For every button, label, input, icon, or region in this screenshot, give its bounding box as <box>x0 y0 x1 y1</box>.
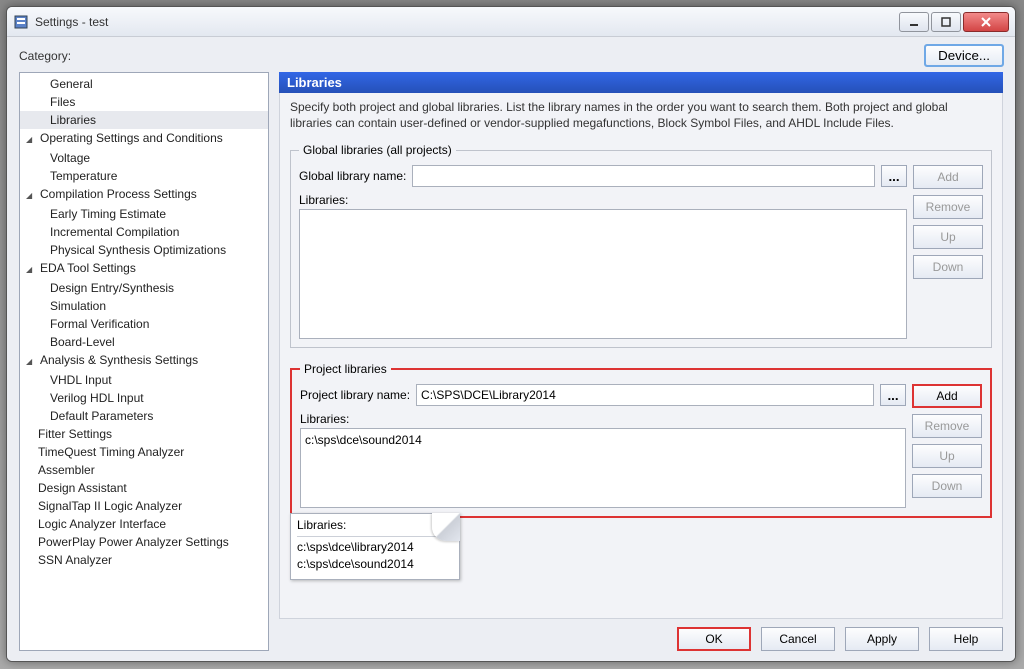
libraries-preview-popup: Libraries: c:\sps\dce\library2014c:\sps\… <box>290 513 460 580</box>
global-add-button[interactable]: Add <box>913 165 983 189</box>
tree-item[interactable]: SignalTap II Logic Analyzer <box>20 497 268 515</box>
tree-item[interactable]: Temperature <box>20 167 268 185</box>
global-libraries-listbox[interactable] <box>299 209 907 339</box>
project-up-button[interactable]: Up <box>912 444 982 468</box>
tree-item[interactable]: VHDL Input <box>20 371 268 389</box>
minimize-button[interactable] <box>899 12 929 32</box>
tree-item[interactable]: Default Parameters <box>20 407 268 425</box>
cancel-button[interactable]: Cancel <box>761 627 835 651</box>
maximize-button[interactable] <box>931 12 961 32</box>
global-libraries-group: Global libraries (all projects) Global l… <box>290 143 992 348</box>
tree-item[interactable]: Compilation Process Settings <box>20 185 268 205</box>
tree-item[interactable]: Incremental Compilation <box>20 223 268 241</box>
project-browse-button[interactable]: ... <box>880 384 906 406</box>
help-button[interactable]: Help <box>929 627 1003 651</box>
tree-item[interactable]: Early Timing Estimate <box>20 205 268 223</box>
tree-item[interactable]: PowerPlay Power Analyzer Settings <box>20 533 268 551</box>
tree-item[interactable]: SSN Analyzer <box>20 551 268 569</box>
global-name-label: Global library name: <box>299 169 406 183</box>
settings-window: Settings - test Category: Device... Gene… <box>6 6 1016 662</box>
device-button[interactable]: Device... <box>925 45 1003 66</box>
project-remove-button[interactable]: Remove <box>912 414 982 438</box>
global-down-button[interactable]: Down <box>913 255 983 279</box>
tree-item[interactable]: EDA Tool Settings <box>20 259 268 279</box>
global-browse-button[interactable]: ... <box>881 165 907 187</box>
tree-item[interactable]: Design Assistant <box>20 479 268 497</box>
tree-item[interactable]: Files <box>20 93 268 111</box>
project-libraries-group: Project libraries Project library name: … <box>290 362 992 518</box>
global-legend: Global libraries (all projects) <box>299 143 456 157</box>
peel-title: Libraries: <box>297 517 453 537</box>
tree-item[interactable]: Operating Settings and Conditions <box>20 129 268 149</box>
tree-item[interactable]: Formal Verification <box>20 315 268 333</box>
global-library-name-input[interactable] <box>412 165 875 187</box>
apply-button[interactable]: Apply <box>845 627 919 651</box>
tree-item[interactable]: TimeQuest Timing Analyzer <box>20 443 268 461</box>
tree-item[interactable]: Analysis & Synthesis Settings <box>20 351 268 371</box>
project-name-label: Project library name: <box>300 388 410 402</box>
project-list-label: Libraries: <box>300 412 906 426</box>
tree-item[interactable]: Fitter Settings <box>20 425 268 443</box>
project-library-name-input[interactable] <box>416 384 874 406</box>
titlebar: Settings - test <box>7 7 1015 37</box>
project-add-button[interactable]: Add <box>912 384 982 408</box>
category-tree[interactable]: GeneralFilesLibrariesOperating Settings … <box>19 72 269 651</box>
global-up-button[interactable]: Up <box>913 225 983 249</box>
tree-item[interactable]: Logic Analyzer Interface <box>20 515 268 533</box>
tree-item[interactable]: Board-Level <box>20 333 268 351</box>
panel-description: Specify both project and global librarie… <box>279 93 1003 137</box>
tree-item[interactable]: Voltage <box>20 149 268 167</box>
tree-item[interactable]: General <box>20 75 268 93</box>
tree-item[interactable]: Physical Synthesis Optimizations <box>20 241 268 259</box>
list-item: c:\sps\dce\sound2014 <box>297 556 453 573</box>
tree-item[interactable]: Libraries <box>20 111 268 129</box>
tree-item[interactable]: Verilog HDL Input <box>20 389 268 407</box>
close-button[interactable] <box>963 12 1009 32</box>
list-item[interactable]: c:\sps\dce\sound2014 <box>305 433 901 447</box>
window-title: Settings - test <box>35 15 897 29</box>
ok-button[interactable]: OK <box>677 627 751 651</box>
project-down-button[interactable]: Down <box>912 474 982 498</box>
panel-title: Libraries <box>279 72 1003 93</box>
global-remove-button[interactable]: Remove <box>913 195 983 219</box>
category-label: Category: <box>19 49 71 63</box>
project-libraries-listbox[interactable]: c:\sps\dce\sound2014 <box>300 428 906 508</box>
global-list-label: Libraries: <box>299 193 907 207</box>
tree-item[interactable]: Assembler <box>20 461 268 479</box>
project-legend: Project libraries <box>300 362 391 376</box>
app-icon <box>13 14 29 30</box>
tree-item[interactable]: Simulation <box>20 297 268 315</box>
tree-item[interactable]: Design Entry/Synthesis <box>20 279 268 297</box>
list-item: c:\sps\dce\library2014 <box>297 539 453 556</box>
